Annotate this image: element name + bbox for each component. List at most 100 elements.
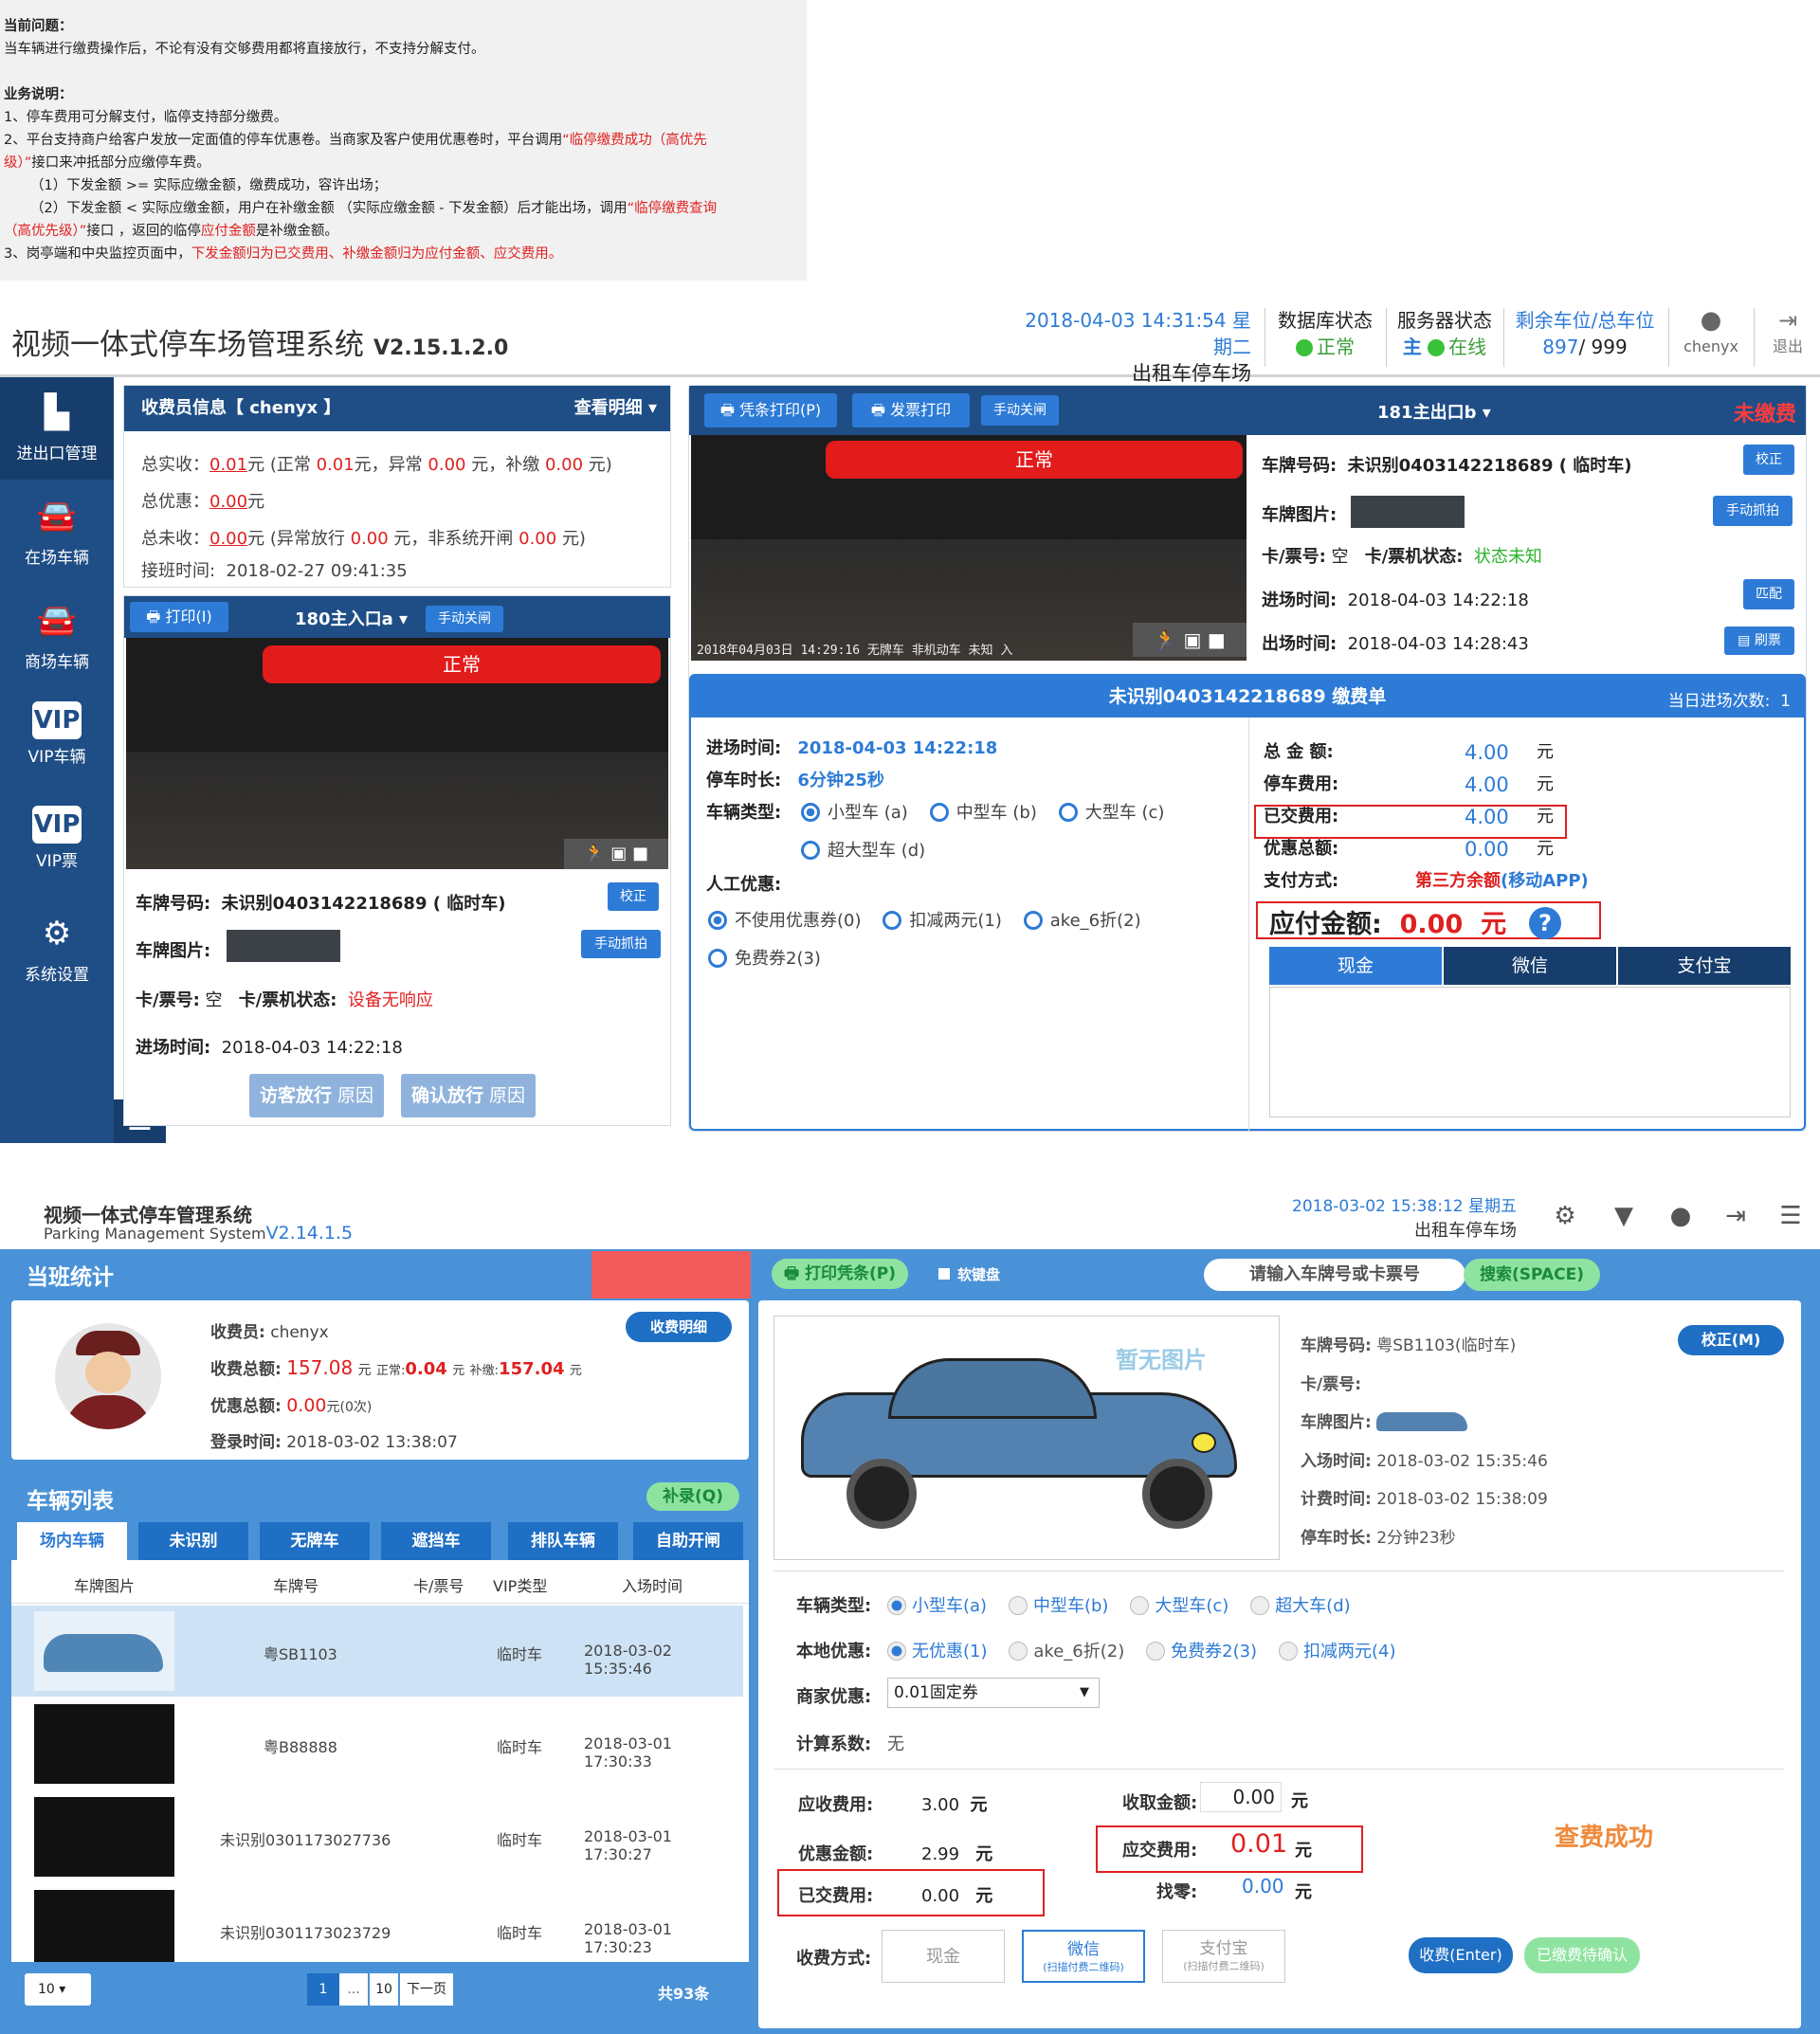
vehicle-table: 车牌图片 车牌号 卡/票号 VIP类型 入场时间 粤SB1103 临时车 2018-…	[11, 1560, 749, 1962]
pay-alipay-button[interactable]: 支付宝 (扫描付费二维码)	[1162, 1930, 1285, 1983]
bill-title: 未识别0403142218689 缴费单	[691, 676, 1804, 717]
paid-value: 0.00 元	[921, 1886, 993, 1906]
exit-gate-select[interactable]: 181主出口b ▾	[1377, 399, 1491, 424]
logout-icon[interactable]: ⇥	[1721, 1202, 1750, 1230]
fee-detail-button[interactable]: 收费明细	[626, 1312, 732, 1342]
nav-in-lot[interactable]: 🚘 在场车辆	[0, 481, 114, 584]
vtype-small[interactable]: 小型车 (a)	[801, 803, 908, 823]
invoice-print-button[interactable]: 🖶 发票打印	[852, 393, 970, 427]
tab-unrecognized[interactable]: 未识别	[138, 1522, 248, 1560]
no-image-text: 暂无图片	[1116, 1347, 1207, 1373]
gear-icon[interactable]: ⚙	[1551, 1202, 1579, 1230]
vtype-xlarge[interactable]: 超大型车 (d)	[801, 837, 925, 862]
vtype-xlarge[interactable]: 超大车(d)	[1250, 1596, 1351, 1616]
pay-cash-button[interactable]: 现金	[882, 1930, 1005, 1983]
table-row[interactable]: 粤B88888 临时车 2018-03-01 17:30:33	[11, 1698, 743, 1789]
page-10[interactable]: 10	[370, 1973, 398, 2006]
video-icon[interactable]: ■	[1208, 628, 1226, 651]
discount-free[interactable]: 免费券2(3)	[708, 945, 821, 970]
menu-icon[interactable]: ☰	[1776, 1202, 1805, 1230]
receipt-print-button[interactable]: 🖶 凭条打印(P)	[704, 393, 837, 427]
exit-plate-image-label: 车牌图片:	[1262, 505, 1338, 525]
entrance-gate-select[interactable]: 180主入口a ▾	[295, 606, 408, 630]
discount-60[interactable]: ake_6折(2)	[1009, 1642, 1124, 1662]
image-icon[interactable]: ▣	[610, 844, 627, 863]
merchant-discount-select[interactable]: 0.01固定券 ▼	[887, 1678, 1100, 1708]
tab-self-open[interactable]: 自助开闸	[633, 1522, 743, 1560]
tab-no-plate[interactable]: 无牌车	[260, 1522, 370, 1560]
manual-capture-button[interactable]: 手动抓拍	[1713, 496, 1793, 526]
paid-pending-button[interactable]: 已缴费待确认	[1524, 1937, 1640, 1973]
visitor-release-button[interactable]: 访客放行 原因	[249, 1074, 384, 1117]
manual-close-button[interactable]: 手动关闸	[426, 606, 503, 632]
vtype-medium[interactable]: 中型车 (b)	[929, 803, 1037, 823]
view-detail-button[interactable]: 查看明细 ▾	[574, 386, 657, 431]
logout-button[interactable]: ⇥ 退出	[1759, 307, 1816, 360]
discount-60[interactable]: ake_6折(2)	[1023, 911, 1141, 931]
vtype-small[interactable]: 小型车(a)	[887, 1596, 987, 1616]
vtype-medium[interactable]: 中型车(b)	[1008, 1596, 1108, 1616]
manual-capture-button[interactable]: 手动抓拍	[581, 930, 661, 958]
shirt-icon[interactable]: ▼	[1610, 1202, 1638, 1230]
discount-minus2[interactable]: 扣减两元(4)	[1278, 1642, 1395, 1662]
nav-mall[interactable]: 🚘 商场车辆	[0, 586, 114, 688]
highlight-box	[1254, 805, 1567, 839]
nav-vip-car[interactable]: VIP VIP车辆	[0, 690, 114, 792]
tab-queue[interactable]: 排队车辆	[508, 1522, 618, 1560]
discount-free[interactable]: 免费券2(3)	[1146, 1642, 1257, 1662]
next-page-button[interactable]: 下一页	[400, 1973, 453, 2006]
vehicle-list-heading: 车辆列表	[27, 1489, 114, 1514]
help-icon[interactable]: ?	[1529, 907, 1561, 939]
car-thumb	[34, 1611, 174, 1691]
plate-search-input[interactable]: 请输入车牌号或卡票号	[1204, 1259, 1465, 1291]
discount-none[interactable]: 不使用优惠券(0)	[708, 911, 862, 931]
pay-wechat-button[interactable]: 微信 (扫描付费二维码)	[1022, 1930, 1145, 1983]
manual-close-button[interactable]: 手动关闸	[981, 395, 1059, 426]
tab-blocked[interactable]: 遮挡车	[381, 1522, 491, 1560]
page-size-select[interactable]: 10 ▾	[25, 1973, 91, 2006]
discount-minus2[interactable]: 扣减两元(1)	[883, 911, 1002, 931]
discount-none[interactable]: 无优惠(1)	[887, 1642, 988, 1662]
calibrate-button[interactable]: 校正(M)	[1678, 1325, 1784, 1355]
supplement-button[interactable]: 补录(Q)	[646, 1482, 739, 1511]
print-receipt-button[interactable]: 🖶 打印凭条(P)	[772, 1259, 908, 1289]
user-icon[interactable]: ●	[1666, 1202, 1695, 1230]
camera-tools: 🏃 ▣ ■	[564, 839, 668, 869]
tab-cash[interactable]: 现金	[1269, 947, 1442, 985]
nav-vip-ticket[interactable]: VIP VIP票	[0, 794, 114, 897]
discount-amount-value: 2.99 元	[921, 1844, 993, 1864]
take-amount-label: 收取金额:	[1122, 1793, 1198, 1813]
vtype-large[interactable]: 大型车(c)	[1130, 1596, 1228, 1616]
calibrate-button[interactable]: 校正	[1743, 445, 1794, 475]
soft-keyboard-toggle[interactable]: 软键盘	[938, 1264, 1000, 1284]
nav-entry-exit[interactable]: ▙ 进出口管理	[0, 377, 114, 480]
search-button[interactable]: 搜索(SPACE)	[1464, 1259, 1600, 1291]
image-icon[interactable]: ▣	[1184, 628, 1202, 651]
confirm-release-button[interactable]: 确认放行 原因	[401, 1074, 536, 1117]
person-icon[interactable]: 🏃	[1154, 628, 1177, 651]
tab-in-lot[interactable]: 场内车辆	[17, 1522, 127, 1560]
match-button[interactable]: 匹配	[1743, 579, 1794, 609]
tab-wechat[interactable]: 微信	[1444, 947, 1616, 985]
exit-in-time: 进场时间: 2018-04-03 14:22:18	[1262, 590, 1529, 610]
refresh-ticket-button[interactable]: ▤ 刷票	[1724, 627, 1794, 655]
video-icon[interactable]: ■	[632, 844, 648, 863]
vehicle-type-options: 小型车(a) 中型车(b) 大型车(c) 超大车(d)	[887, 1592, 1351, 1617]
nav-settings[interactable]: ⚙ 系统设置	[0, 899, 114, 1001]
user-button[interactable]: ● chenyx	[1678, 307, 1744, 360]
entrance-print-button[interactable]: 🖶 打印(I)	[130, 602, 228, 632]
vip-icon: VIP	[32, 701, 82, 739]
table-row[interactable]: 未识别0301173023729 临时车 2018-03-01 17:30:23	[11, 1884, 743, 1962]
take-amount-input[interactable]: 0.00	[1200, 1782, 1282, 1812]
entrance-plate: 车牌号码: 未识别0403142218689 ( 临时车)	[136, 894, 506, 914]
calibrate-button[interactable]: 校正	[608, 882, 659, 911]
tab-alipay[interactable]: 支付宝	[1618, 947, 1791, 985]
person-icon[interactable]: 🏃	[584, 844, 605, 863]
charge-button[interactable]: 收费(Enter)	[1409, 1937, 1513, 1973]
page-1[interactable]: 1	[307, 1973, 339, 2006]
table-header: 车牌图片 车牌号 卡/票号 VIP类型 入场时间	[11, 1560, 749, 1604]
table-row[interactable]: 粤SB1103 临时车 2018-03-02 15:35:46	[11, 1606, 743, 1697]
coefficient-label: 计算系数:	[796, 1734, 872, 1754]
vtype-large[interactable]: 大型车 (c)	[1058, 803, 1164, 823]
table-row[interactable]: 未识别0301173027736 临时车 2018-03-01 17:30:27	[11, 1791, 743, 1882]
